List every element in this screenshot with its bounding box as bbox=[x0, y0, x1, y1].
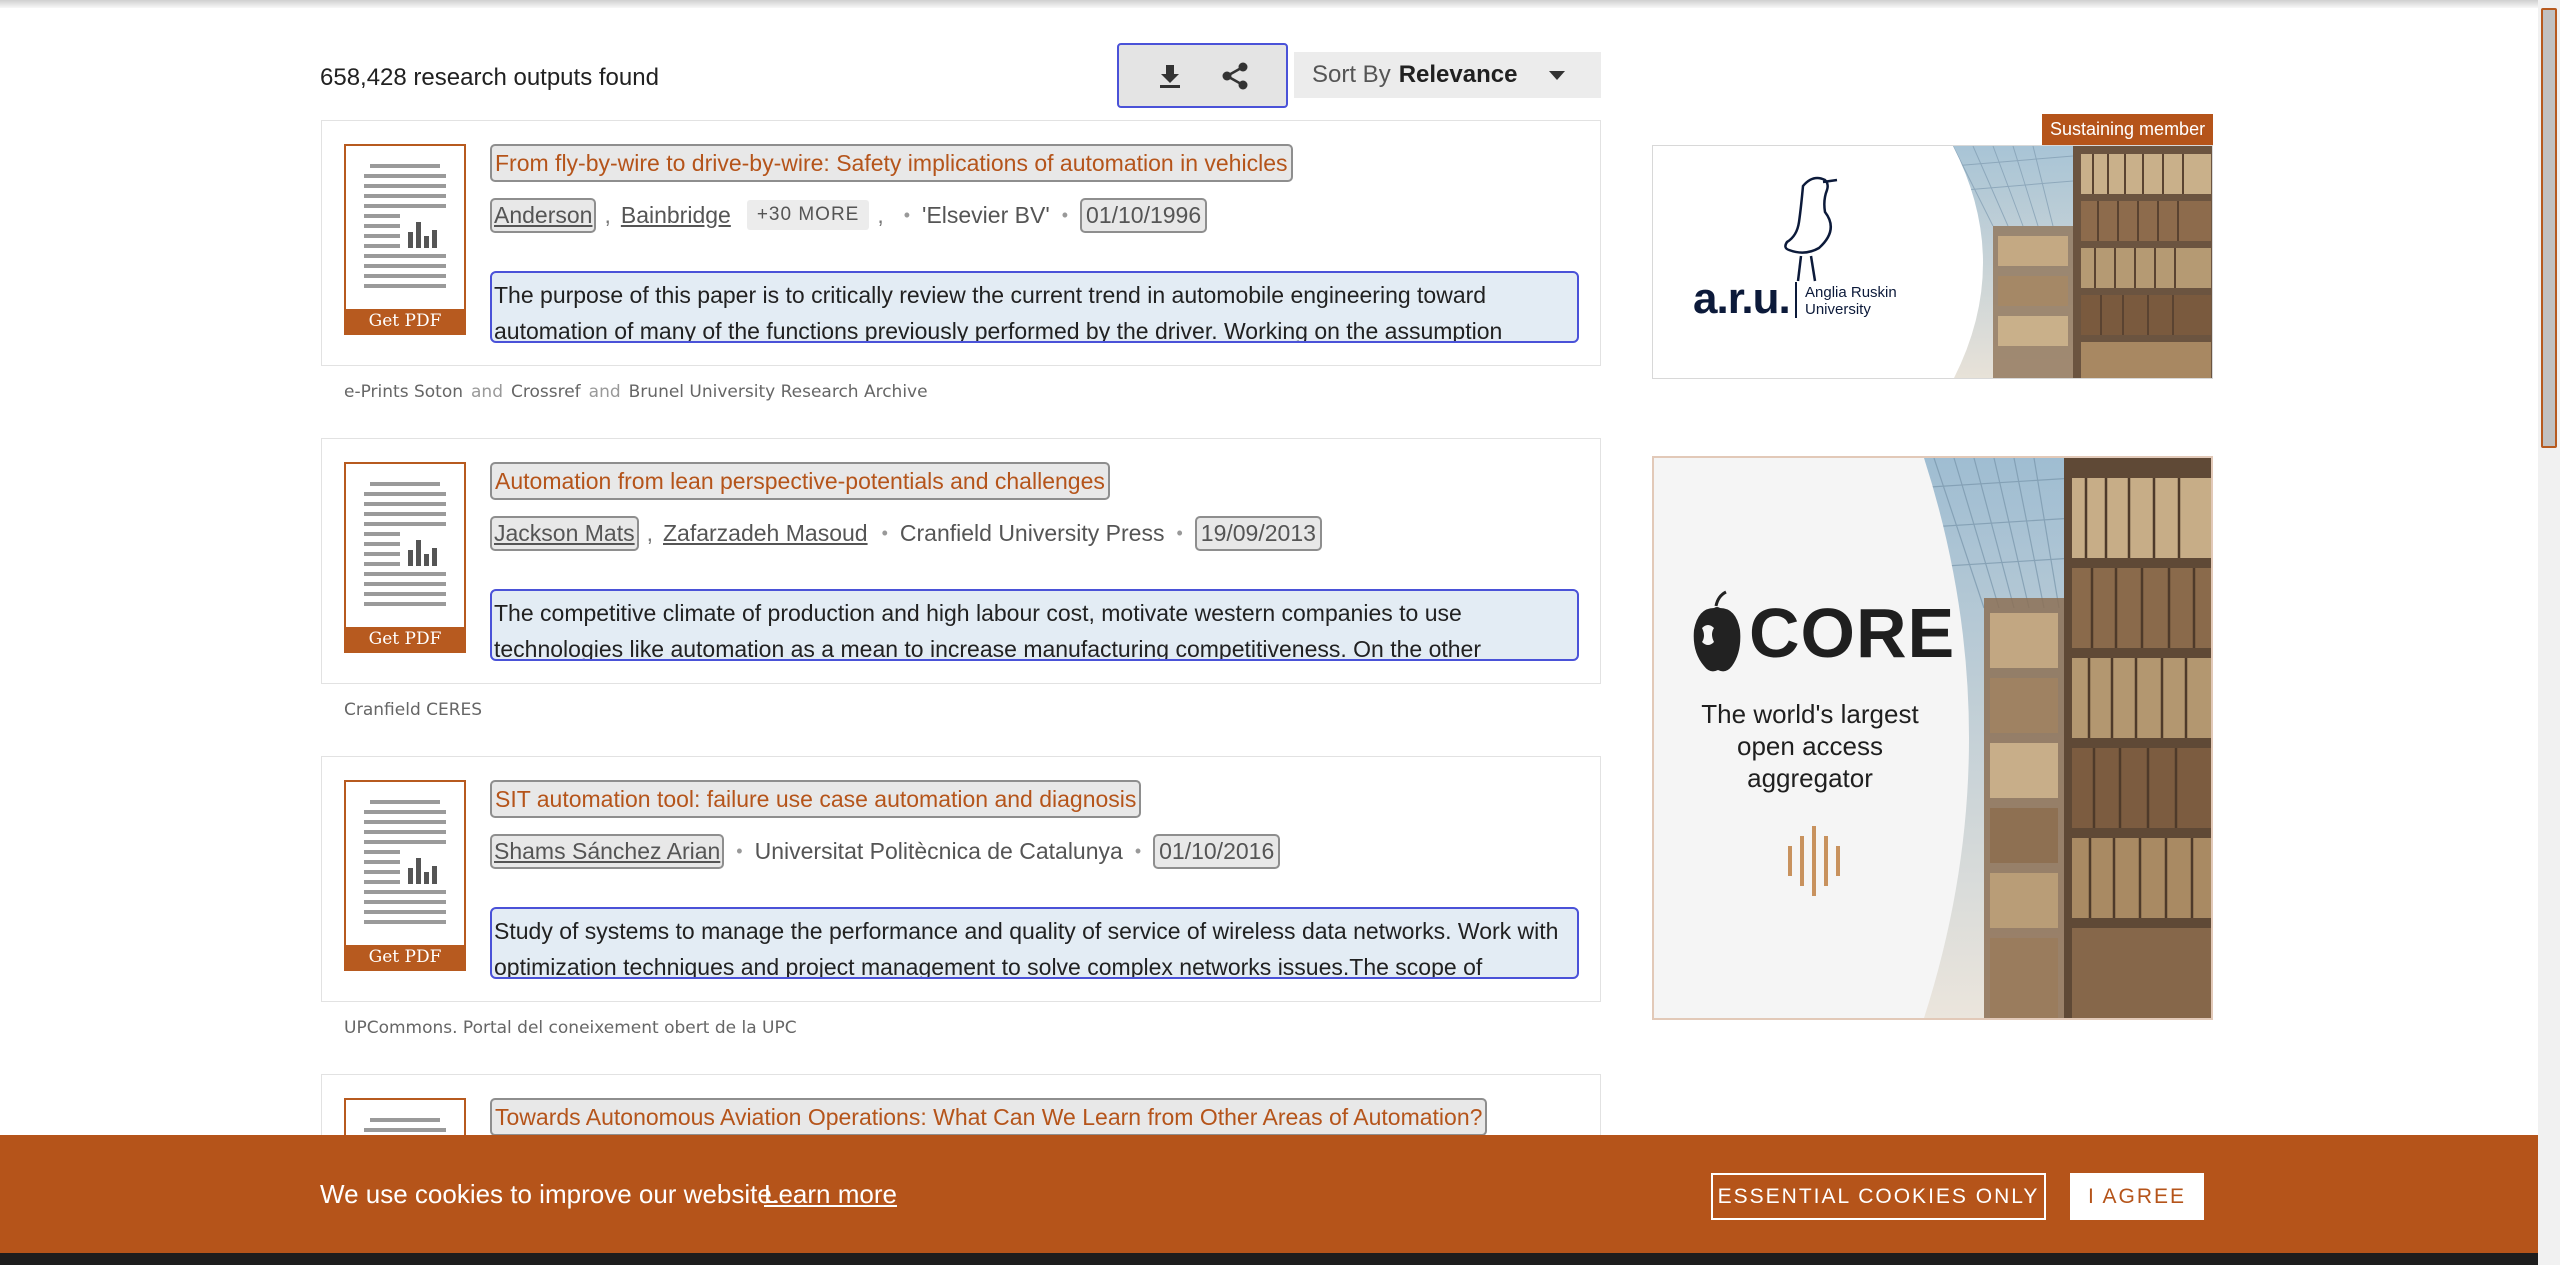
scrollbar-thumb[interactable] bbox=[2541, 8, 2557, 448]
cookie-message: We use cookies to improve our website. bbox=[320, 1179, 780, 1209]
result-card: Get PDF Automation from lean perspective… bbox=[321, 438, 1601, 684]
aru-name-line2: University bbox=[1805, 301, 1871, 318]
publisher: 'Elsevier BV' bbox=[922, 201, 1050, 228]
core-tagline: The world's largest open access aggregat… bbox=[1701, 699, 1919, 793]
author-link[interactable]: Bainbridge bbox=[619, 200, 733, 231]
result-title[interactable]: From fly-by-wire to drive-by-wire: Safet… bbox=[490, 144, 1293, 182]
author-link[interactable]: Anderson bbox=[490, 197, 597, 233]
document-icon bbox=[364, 800, 446, 924]
core-logo-text: CORE bbox=[1749, 594, 1956, 672]
source-name: Brunel University Research Archive bbox=[628, 382, 928, 402]
sustaining-member-badge: Sustaining member bbox=[2042, 114, 2214, 145]
result-title[interactable]: Automation from lean perspective-potenti… bbox=[490, 462, 1110, 500]
author-link[interactable]: Jackson Mats bbox=[490, 515, 639, 551]
aru-name-line1: Anglia Ruskin bbox=[1805, 284, 1897, 301]
aru-divider bbox=[1795, 282, 1797, 318]
sort-label: Sort By bbox=[1312, 61, 1391, 88]
publisher: Universitat Politècnica de Catalunya bbox=[754, 837, 1123, 864]
document-icon bbox=[364, 164, 446, 288]
essential-cookies-button[interactable]: ESSENTIAL COOKIES ONLY bbox=[1711, 1173, 2046, 1220]
result-title[interactable]: SIT automation tool: failure use case au… bbox=[490, 780, 1142, 818]
get-pdf-label: Get PDF bbox=[346, 945, 464, 969]
share-button[interactable] bbox=[1212, 53, 1258, 99]
result-title[interactable]: Towards Autonomous Aviation Operations: … bbox=[490, 1098, 1488, 1136]
aru-logo-text: a.r.u. bbox=[1693, 274, 1791, 323]
author-link[interactable]: Zafarzadeh Masoud bbox=[661, 518, 870, 549]
result-sources: UPCommons. Portal del coneixement obert … bbox=[344, 1018, 797, 1038]
agree-button[interactable]: I AGREE bbox=[2070, 1173, 2204, 1220]
author-link[interactable]: Shams Sánchez Arian bbox=[490, 833, 725, 869]
source-name: UPCommons. Portal del coneixement obert … bbox=[344, 1018, 797, 1038]
result-abstract[interactable]: Study of systems to manage the performan… bbox=[490, 907, 1579, 979]
publication-date[interactable]: 01/10/1996 bbox=[1080, 197, 1208, 233]
get-pdf-label: Get PDF bbox=[346, 309, 464, 333]
result-sources: e-Prints Soton and Crossref and Brunel Unive… bbox=[344, 382, 928, 402]
library-bookshelf-illustration bbox=[1653, 146, 2212, 378]
result-card: Get PDF From fly-by-wire to drive-by-wir… bbox=[321, 120, 1601, 366]
share-icon bbox=[1222, 62, 1248, 89]
sort-dropdown[interactable]: Sort By Relevance bbox=[1294, 52, 1601, 98]
result-sources: Cranfield CERES bbox=[344, 700, 482, 720]
document-icon bbox=[364, 482, 446, 606]
sort-value: Relevance bbox=[1398, 61, 1518, 88]
top-divider bbox=[0, 0, 2538, 8]
source-name: Cranfield CERES bbox=[344, 700, 483, 720]
aru-sponsor-banner[interactable]: a.r.u. Anglia Ruskin University bbox=[1652, 145, 2213, 379]
result-card: Towards Autonomous Aviation Operations: … bbox=[321, 1074, 1601, 1158]
pdf-thumbnail[interactable]: Get PDF bbox=[344, 780, 466, 971]
download-button[interactable] bbox=[1147, 53, 1193, 99]
publisher: Cranfield University Press bbox=[899, 519, 1165, 546]
result-meta: Anderson , Bainbridge +30 MORE , • 'Else… bbox=[490, 194, 1208, 236]
pdf-thumbnail[interactable]: Get PDF bbox=[344, 144, 466, 335]
page-scrollbar[interactable] bbox=[2538, 0, 2560, 1265]
cookie-banner: We use cookies to improve our website. L… bbox=[0, 1135, 2538, 1253]
results-count: 658,428 research outputs found bbox=[320, 64, 659, 91]
bottom-bar bbox=[0, 1253, 2538, 1265]
publication-date[interactable]: 19/09/2013 bbox=[1194, 515, 1322, 551]
source-name: e-Prints Soton bbox=[344, 382, 463, 402]
download-icon bbox=[1159, 64, 1180, 88]
publication-date[interactable]: 01/10/2016 bbox=[1153, 833, 1281, 869]
learn-more-link[interactable]: Learn more bbox=[764, 1179, 897, 1210]
result-meta: Shams Sánchez Arian • Universitat Politè… bbox=[490, 830, 1281, 872]
result-abstract[interactable]: The purpose of this paper is to critical… bbox=[490, 271, 1579, 343]
result-actions-toolbar bbox=[1117, 43, 1288, 108]
pdf-thumbnail[interactable]: Get PDF bbox=[344, 462, 466, 653]
result-meta: Jackson Mats , Zafarzadeh Masoud • Cranf… bbox=[490, 512, 1322, 554]
more-authors-button[interactable]: +30 MORE bbox=[746, 200, 870, 230]
chevron-down-icon bbox=[1549, 71, 1565, 80]
get-pdf-label: Get PDF bbox=[346, 627, 464, 651]
result-abstract[interactable]: The competitive climate of production an… bbox=[490, 589, 1579, 661]
result-card: Get PDF SIT automation tool: failure use… bbox=[321, 756, 1601, 1002]
core-banner[interactable]: CORE The world's largest open access agg… bbox=[1652, 456, 2213, 1020]
source-name: Crossref bbox=[510, 382, 581, 402]
